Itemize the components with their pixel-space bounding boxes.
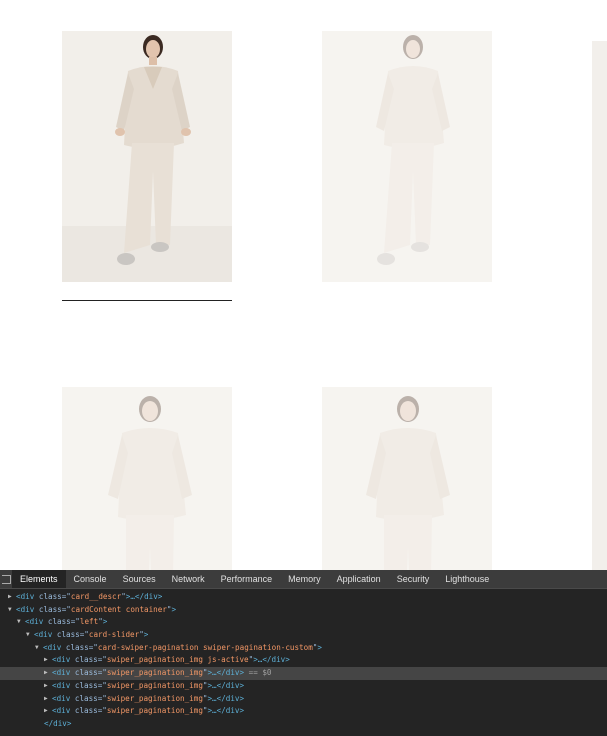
expand-arrow-icon[interactable]: ▶ (44, 705, 52, 718)
dom-node-row[interactable]: ▶ <div class="swiper_pagination_img">…</d… (0, 680, 607, 693)
tab-lighthouse[interactable]: Lighthouse (437, 570, 497, 588)
dom-closing-tag[interactable]: </div> (0, 718, 607, 731)
tab-network[interactable]: Network (164, 570, 213, 588)
expand-arrow-icon[interactable]: ▶ (44, 680, 52, 693)
dom-node-row[interactable]: ▶ <div class="swiper_pagination_img js-ac… (0, 654, 607, 667)
dom-node-row[interactable]: ▶ <div class="swiper_pagination_img">…</d… (0, 705, 607, 718)
devtools-panel: Elements Console Sources Network Perform… (0, 570, 607, 736)
dom-node-row[interactable]: ▼ <div class="card-slider"> (0, 629, 607, 642)
product-thumbnail-2[interactable] (322, 31, 492, 282)
model-photo-3 (62, 387, 232, 570)
tab-memory[interactable]: Memory (280, 570, 329, 588)
product-thumbnail-4[interactable] (322, 387, 492, 570)
tab-performance[interactable]: Performance (213, 570, 281, 588)
tab-sources[interactable]: Sources (115, 570, 164, 588)
dom-node-row-selected[interactable]: ▶ <div class="swiper_pagination_img">…</d… (0, 667, 607, 680)
dom-node-row[interactable]: ▶ <div class="swiper_pagination_img">…</d… (0, 693, 607, 706)
expand-arrow-icon[interactable]: ▶ (44, 654, 52, 667)
model-photo-4 (322, 387, 492, 570)
tab-application[interactable]: Application (329, 570, 389, 588)
product-gallery (0, 0, 607, 570)
elements-dom-tree: ▶ <div class="card__descr">…</div> ▼ <div … (0, 589, 607, 731)
expand-arrow-icon[interactable]: ▶ (44, 667, 52, 680)
tab-security[interactable]: Security (389, 570, 438, 588)
product-thumbnail-1[interactable] (62, 31, 232, 282)
expand-arrow-icon[interactable]: ▶ (8, 591, 16, 604)
active-thumbnail-indicator (62, 300, 232, 301)
inspect-element-icon[interactable] (0, 570, 12, 589)
collapse-arrow-icon[interactable]: ▼ (26, 629, 34, 642)
devtools-tab-bar: Elements Console Sources Network Perform… (0, 570, 607, 589)
product-thumbnail-3[interactable] (62, 387, 232, 570)
collapse-arrow-icon[interactable]: ▼ (8, 604, 16, 617)
dom-node-row[interactable]: ▼ <div class="left"> (0, 616, 607, 629)
tab-elements[interactable]: Elements (12, 570, 66, 588)
collapse-arrow-icon[interactable]: ▼ (35, 642, 43, 655)
tab-console[interactable]: Console (66, 570, 115, 588)
selected-node-reference: == $0 (244, 668, 272, 678)
dom-node-row[interactable]: ▶ <div class="card__descr">…</div> (0, 591, 607, 604)
model-photo-1 (62, 31, 232, 282)
expand-arrow-icon[interactable]: ▶ (44, 693, 52, 706)
dom-node-row[interactable]: ▼ <div class="cardContent container"> (0, 604, 607, 617)
collapse-arrow-icon[interactable]: ▼ (17, 616, 25, 629)
main-image-edge (592, 41, 607, 570)
dom-node-row[interactable]: ▼ <div class="card-swiper-pagination swip… (0, 642, 607, 655)
model-photo-2 (322, 31, 492, 282)
